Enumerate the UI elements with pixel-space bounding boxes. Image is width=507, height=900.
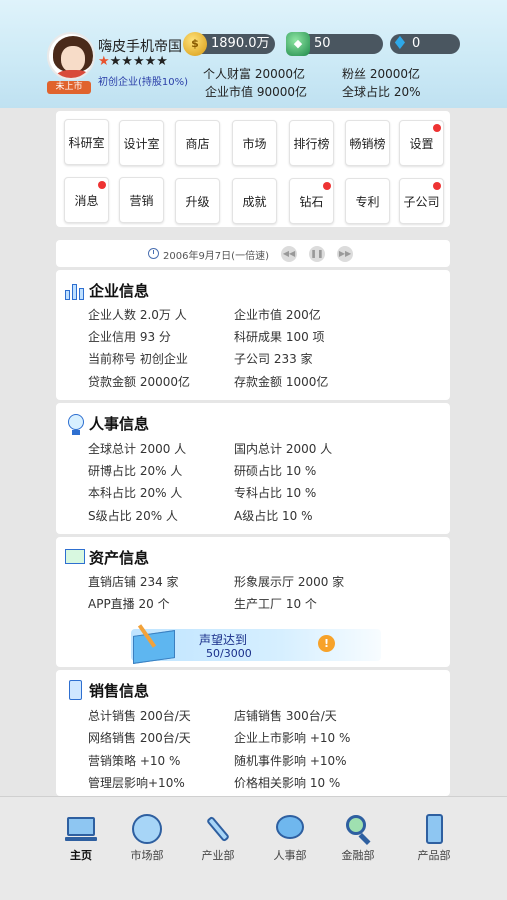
section-title: 资产信息 xyxy=(89,549,150,567)
diamond-icon: ♦ xyxy=(391,33,409,54)
info-item: 企业上市影响 +10 % xyxy=(234,731,351,745)
menu-upgrade[interactable]: 升级 xyxy=(175,178,220,224)
info-item: 店铺销售 300台/天 xyxy=(234,709,337,723)
fast-forward-button[interactable]: ▶▶ xyxy=(337,246,353,262)
info-item: 当前称号 初创企业 xyxy=(88,352,188,366)
nav-industry-dept[interactable]: 产业部 xyxy=(188,813,248,873)
info-item: 随机事件影响 +10% xyxy=(234,754,347,768)
bar-chart-icon xyxy=(65,280,87,302)
nav-hr-dept[interactable]: 人事部 xyxy=(260,813,320,873)
menu-market[interactable]: 市场 xyxy=(232,120,277,166)
menu-subsidiaries[interactable]: 子公司 xyxy=(399,178,444,224)
info-item: 贷款金额 20000亿 xyxy=(88,375,190,389)
info-item: 形象展示厅 2000 家 xyxy=(234,575,345,589)
info-item: 网络销售 200台/天 xyxy=(88,731,191,745)
info-item: 研博占比 20% 人 xyxy=(88,464,183,478)
coin-counter[interactable]: $ 1890.0万 xyxy=(183,32,275,56)
menu-leaderboard[interactable]: 排行榜 xyxy=(289,120,334,166)
section-title: 销售信息 xyxy=(89,682,150,700)
info-item: S级占比 20% 人 xyxy=(88,509,178,523)
info-item: 直销店铺 234 家 xyxy=(88,575,179,589)
info-item: 科研成果 100 项 xyxy=(234,330,325,344)
info-item: 全球总计 2000 人 xyxy=(88,442,187,456)
personnel-info-section: 人事信息 全球总计 2000 人 国内总计 2000 人 研博占比 20% 人 … xyxy=(56,403,450,534)
notification-dot xyxy=(98,181,106,189)
info-item: 企业市值 200亿 xyxy=(234,308,321,322)
clock-icon xyxy=(148,248,159,259)
notification-dot xyxy=(433,182,441,190)
info-item: 国内总计 2000 人 xyxy=(234,442,333,456)
chart-disc-icon xyxy=(131,813,163,845)
alert-icon[interactable]: ! xyxy=(318,635,335,652)
reputation-value: 50/3000 xyxy=(206,647,252,660)
menu-shop[interactable]: 商店 xyxy=(175,120,220,166)
personal-wealth-stat: 个人财富 20000亿 xyxy=(203,67,305,81)
company-star-rating: ★★★★★★ xyxy=(98,54,168,69)
section-title: 人事信息 xyxy=(89,415,150,433)
menu-marketing[interactable]: 营销 xyxy=(119,177,164,223)
reputation-label: 声望达到 xyxy=(199,633,248,647)
nav-home[interactable]: 主页 xyxy=(51,813,111,873)
diamond-counter[interactable]: ♦ 0 xyxy=(390,34,460,54)
info-item: 管理层影响+10% xyxy=(88,776,185,790)
chat-bubble-icon xyxy=(274,813,306,845)
function-menu-grid: 科研室 设计室 商店 市场 排行榜 畅销榜 设置 消息 营销 升级 成就 钻石 … xyxy=(56,111,450,227)
sales-info-section: 销售信息 总计销售 200台/天 店铺销售 300台/天 网络销售 200台/天… xyxy=(56,670,450,796)
menu-research-lab[interactable]: 科研室 xyxy=(64,119,109,165)
notification-dot xyxy=(323,182,331,190)
wrench-icon xyxy=(202,813,234,845)
info-item: 生产工厂 10 个 xyxy=(234,597,317,611)
info-item: 企业信用 93 分 xyxy=(88,330,171,344)
info-item: 存款金额 1000亿 xyxy=(234,375,329,389)
phone-sales-icon xyxy=(65,680,87,702)
section-title: 企业信息 xyxy=(89,282,150,300)
info-item: 企业人数 2.0万 人 xyxy=(88,308,187,322)
menu-bestseller-list[interactable]: 畅销榜 xyxy=(345,120,390,166)
enterprise-info-section: 企业信息 企业人数 2.0万 人 企业市值 200亿 企业信用 93 分 科研成… xyxy=(56,270,450,400)
nav-finance-dept[interactable]: 金融部 xyxy=(328,813,388,873)
menu-patents[interactable]: 专利 xyxy=(345,178,390,224)
top-status-header: 未上市 嗨皮手机帝国 ★★★★★★ 初创企业(持股10%) $ 1890.0万 … xyxy=(0,0,507,108)
info-item: 子公司 233 家 xyxy=(234,352,313,366)
nav-marketing-dept[interactable]: 市场部 xyxy=(117,813,177,873)
market-value-stat: 企业市值 90000亿 xyxy=(205,85,307,99)
info-item: A级占比 10 % xyxy=(234,509,313,523)
info-item: 营销策略 +10 % xyxy=(88,754,181,768)
green-gem-icon: ◆ xyxy=(286,32,310,56)
player-avatar[interactable] xyxy=(47,32,95,80)
menu-achievements[interactable]: 成就 xyxy=(232,178,277,224)
book-pen-icon xyxy=(131,623,177,664)
phone-icon xyxy=(418,813,450,845)
pause-button[interactable]: ❚❚ xyxy=(309,246,325,262)
gem-counter[interactable]: ◆ 50 xyxy=(286,32,383,56)
info-item: 价格相关影响 10 % xyxy=(234,776,341,790)
company-stage-tag: 初创企业(持股10%) xyxy=(98,77,189,88)
info-item: APP直播 20 个 xyxy=(88,597,170,611)
lightbulb-icon xyxy=(65,413,87,435)
info-item: 本科占比 20% 人 xyxy=(88,486,183,500)
game-date: 2006年9月7日(一倍速) xyxy=(163,251,269,262)
display-board-icon xyxy=(65,547,87,569)
coin-icon: $ xyxy=(183,32,207,56)
bottom-navigation: 主页 市场部 产业部 人事部 金融部 产品部 xyxy=(0,796,507,900)
laptop-icon xyxy=(65,813,97,845)
menu-settings[interactable]: 设置 xyxy=(399,120,444,166)
rewind-button[interactable]: ◀◀ xyxy=(281,246,297,262)
info-item: 研硕占比 10 % xyxy=(234,464,317,478)
menu-messages[interactable]: 消息 xyxy=(64,177,109,223)
info-item: 专科占比 10 % xyxy=(234,486,317,500)
assets-info-section: 资产信息 直销店铺 234 家 形象展示厅 2000 家 APP直播 20 个 … xyxy=(56,537,450,667)
company-name: 嗨皮手机帝国 xyxy=(98,39,182,55)
nav-product-dept[interactable]: 产品部 xyxy=(404,813,464,873)
notification-dot xyxy=(433,124,441,132)
info-item: 总计销售 200台/天 xyxy=(88,709,191,723)
fans-stat: 粉丝 20000亿 xyxy=(342,67,420,81)
magnifier-icon xyxy=(342,813,374,846)
game-time-bar: 2006年9月7日(一倍速) ◀◀ ❚❚ ▶▶ xyxy=(56,240,450,267)
global-share-stat: 全球占比 20% xyxy=(342,85,421,99)
menu-design-studio[interactable]: 设计室 xyxy=(119,120,164,166)
menu-diamonds[interactable]: 钻石 xyxy=(289,178,334,224)
listed-status-badge: 未上市 xyxy=(47,81,91,94)
